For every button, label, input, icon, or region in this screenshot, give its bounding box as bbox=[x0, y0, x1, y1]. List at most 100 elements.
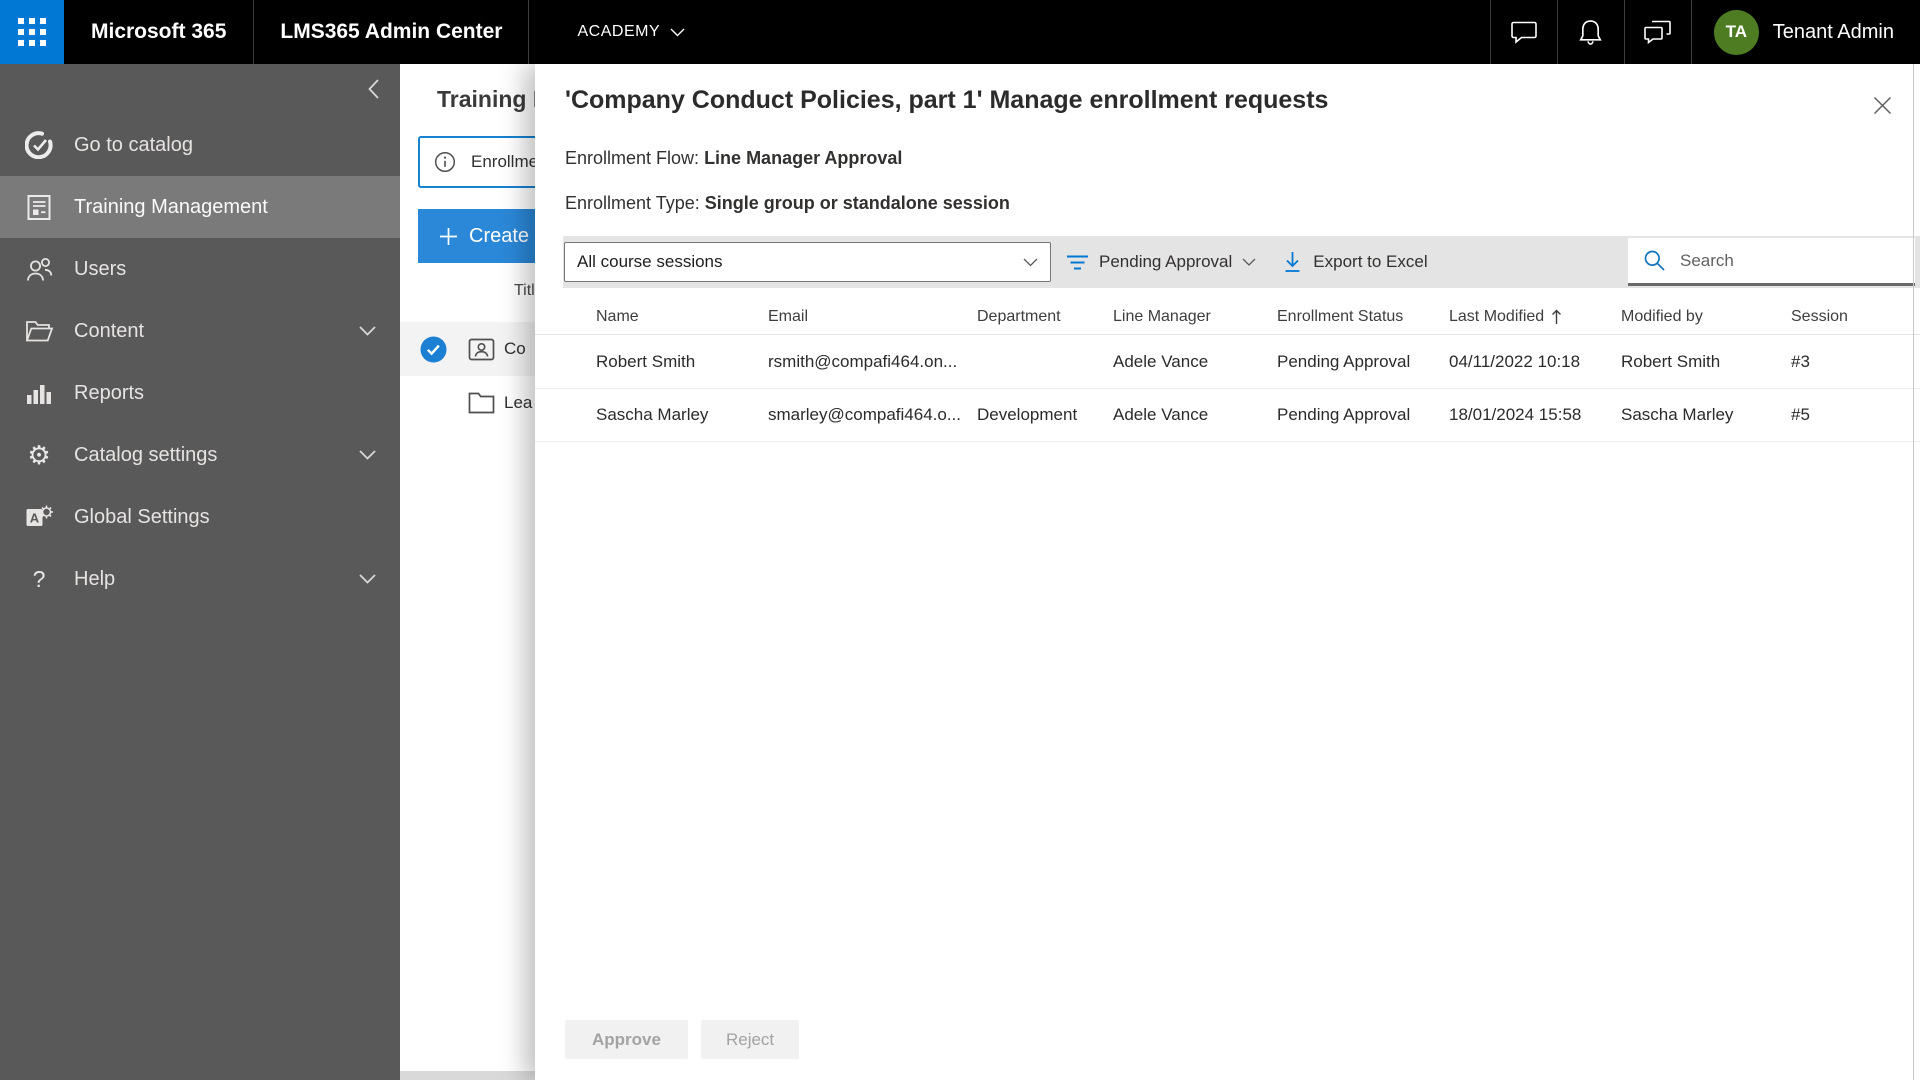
feedback-icon bbox=[1644, 20, 1672, 45]
row-title: Co bbox=[504, 339, 526, 358]
cell-name: Robert Smith bbox=[596, 351, 696, 371]
selected-checkbox[interactable] bbox=[420, 336, 447, 363]
search-icon bbox=[1644, 250, 1665, 271]
export-to-excel-button[interactable]: Export to Excel bbox=[1282, 251, 1428, 273]
horizontal-scrollbar[interactable] bbox=[400, 1071, 535, 1080]
table-header-row: Name Email Department Line Manager Enrol… bbox=[535, 300, 1920, 335]
question-mark-icon: ? bbox=[32, 566, 46, 592]
cell-line-manager: Adele Vance bbox=[1113, 404, 1209, 424]
column-header-last-modified[interactable]: Last Modified bbox=[1449, 308, 1621, 326]
cell-session: #5 bbox=[1791, 404, 1810, 424]
chevron-down-icon bbox=[670, 28, 685, 36]
status-filter-dropdown[interactable]: Pending Approval bbox=[1066, 252, 1256, 272]
sidebar-item-go-to-catalog[interactable]: Go to catalog bbox=[0, 114, 400, 176]
sidebar: Go to catalog Training Management Users … bbox=[0, 64, 400, 1080]
notifications-button[interactable] bbox=[1558, 0, 1624, 64]
approve-button[interactable]: Approve bbox=[565, 1020, 688, 1059]
status-filter-value: Pending Approval bbox=[1099, 252, 1233, 271]
cell-department: Development bbox=[977, 404, 1078, 424]
manage-enrollment-requests-panel: 'Company Conduct Policies, part 1' Manag… bbox=[535, 64, 1920, 1080]
column-header-title[interactable]: Titl bbox=[514, 282, 535, 300]
tenant-selector[interactable]: ACADEMY bbox=[529, 23, 715, 41]
enrollment-type-line: Enrollment Type: Single group or standal… bbox=[565, 193, 1010, 214]
sidebar-item-label: Content bbox=[74, 319, 145, 342]
user-name: Tenant Admin bbox=[1772, 20, 1894, 43]
column-header-department[interactable]: Department bbox=[977, 308, 1113, 326]
enrollment-type-value: Single group or standalone session bbox=[704, 193, 1010, 213]
enrollment-request-row[interactable]: Sascha Marley smarley@compafi464.o... De… bbox=[535, 388, 1920, 442]
sort-ascending-icon bbox=[1552, 309, 1562, 324]
sidebar-item-content[interactable]: Content bbox=[0, 300, 400, 362]
cell-last-modified: 04/11/2022 10:18 bbox=[1449, 351, 1581, 371]
close-button[interactable] bbox=[1869, 92, 1895, 118]
column-header-name[interactable]: Name bbox=[596, 308, 768, 326]
sidebar-item-label: Global Settings bbox=[74, 505, 210, 528]
search-field[interactable] bbox=[1628, 238, 1915, 286]
app-launcher-button[interactable] bbox=[0, 0, 64, 64]
enrollment-request-row[interactable]: Robert Smith rsmith@compafi464.on... Ade… bbox=[535, 335, 1920, 389]
search-input[interactable] bbox=[1678, 249, 1882, 272]
sidebar-collapse-button[interactable] bbox=[0, 64, 400, 114]
column-header-session[interactable]: Session bbox=[1791, 308, 1920, 326]
chevron-down-icon bbox=[359, 450, 376, 460]
sidebar-item-label: Users bbox=[74, 257, 127, 280]
course-sessions-dropdown[interactable]: All course sessions bbox=[564, 242, 1051, 282]
brand-microsoft-365[interactable]: Microsoft 365 bbox=[64, 20, 253, 44]
close-icon bbox=[1873, 96, 1891, 114]
top-bar: Microsoft 365 LMS365 Admin Center ACADEM… bbox=[0, 0, 1920, 64]
chevron-down-icon bbox=[1023, 258, 1038, 267]
plus-icon bbox=[439, 227, 458, 246]
cell-session: #3 bbox=[1791, 351, 1810, 371]
toolbar: All course sessions Pending Approval Exp… bbox=[563, 236, 1920, 288]
chevron-down-icon bbox=[359, 326, 376, 336]
people-icon bbox=[24, 256, 54, 283]
sidebar-item-label: Training Management bbox=[74, 195, 268, 218]
cell-modified-by: Sascha Marley bbox=[1621, 404, 1734, 424]
avatar-initials: TA bbox=[1725, 22, 1747, 41]
export-to-excel-label: Export to Excel bbox=[1313, 252, 1428, 271]
bar-chart-icon bbox=[24, 381, 54, 405]
avatar[interactable]: TA bbox=[1713, 9, 1759, 55]
person-card-icon bbox=[468, 338, 495, 361]
chevron-left-icon bbox=[368, 79, 379, 99]
chat-icon bbox=[1510, 21, 1537, 44]
sidebar-item-help[interactable]: ? Help bbox=[0, 548, 400, 610]
cell-last-modified: 18/01/2024 15:58 bbox=[1449, 404, 1582, 424]
checkmark-circle-icon bbox=[24, 131, 54, 159]
gear-icon: ⚙ bbox=[27, 440, 51, 470]
folder-icon bbox=[468, 392, 495, 414]
scrollbar-track-line[interactable] bbox=[1913, 64, 1914, 1080]
column-header-modified-by[interactable]: Modified by bbox=[1621, 308, 1791, 326]
column-header-email[interactable]: Email bbox=[768, 308, 977, 326]
sidebar-item-reports[interactable]: Reports bbox=[0, 362, 400, 424]
cell-email: smarley@compafi464.o... bbox=[768, 404, 962, 424]
chevron-down-icon bbox=[1242, 258, 1256, 266]
feedback-button[interactable] bbox=[1625, 0, 1691, 64]
enrollment-type-label: Enrollment Type: bbox=[565, 193, 700, 213]
cell-enrollment-status: Pending Approval bbox=[1277, 404, 1411, 424]
enrollment-flow-value: Line Manager Approval bbox=[704, 148, 903, 168]
sidebar-item-global-settings[interactable]: A Global Settings bbox=[0, 486, 400, 548]
chat-button[interactable] bbox=[1491, 0, 1557, 64]
download-icon bbox=[1285, 252, 1300, 272]
column-header-enrollment-status[interactable]: Enrollment Status bbox=[1277, 308, 1449, 326]
info-icon bbox=[434, 151, 456, 173]
reject-button[interactable]: Reject bbox=[700, 1020, 800, 1059]
app-title[interactable]: LMS365 Admin Center bbox=[254, 20, 528, 44]
bell-icon bbox=[1579, 19, 1602, 45]
cell-line-manager: Adele Vance bbox=[1113, 351, 1209, 371]
sidebar-item-users[interactable]: Users bbox=[0, 238, 400, 300]
column-header-line-manager[interactable]: Line Manager bbox=[1113, 308, 1277, 326]
cell-name: Sascha Marley bbox=[596, 404, 709, 424]
cell-enrollment-status: Pending Approval bbox=[1277, 351, 1411, 371]
course-sessions-value: All course sessions bbox=[577, 252, 723, 271]
sidebar-item-training-management[interactable]: Training Management bbox=[0, 176, 400, 238]
open-folder-icon bbox=[24, 319, 54, 343]
language-settings-icon: A bbox=[24, 504, 54, 531]
training-list-icon bbox=[24, 194, 54, 221]
enrollment-flow-label: Enrollment Flow: bbox=[565, 148, 700, 168]
sidebar-item-catalog-settings[interactable]: ⚙ Catalog settings bbox=[0, 424, 400, 486]
tenant-name: ACADEMY bbox=[577, 23, 661, 40]
action-buttons: Approve Reject bbox=[565, 1020, 800, 1059]
sidebar-item-label: Go to catalog bbox=[74, 133, 193, 156]
